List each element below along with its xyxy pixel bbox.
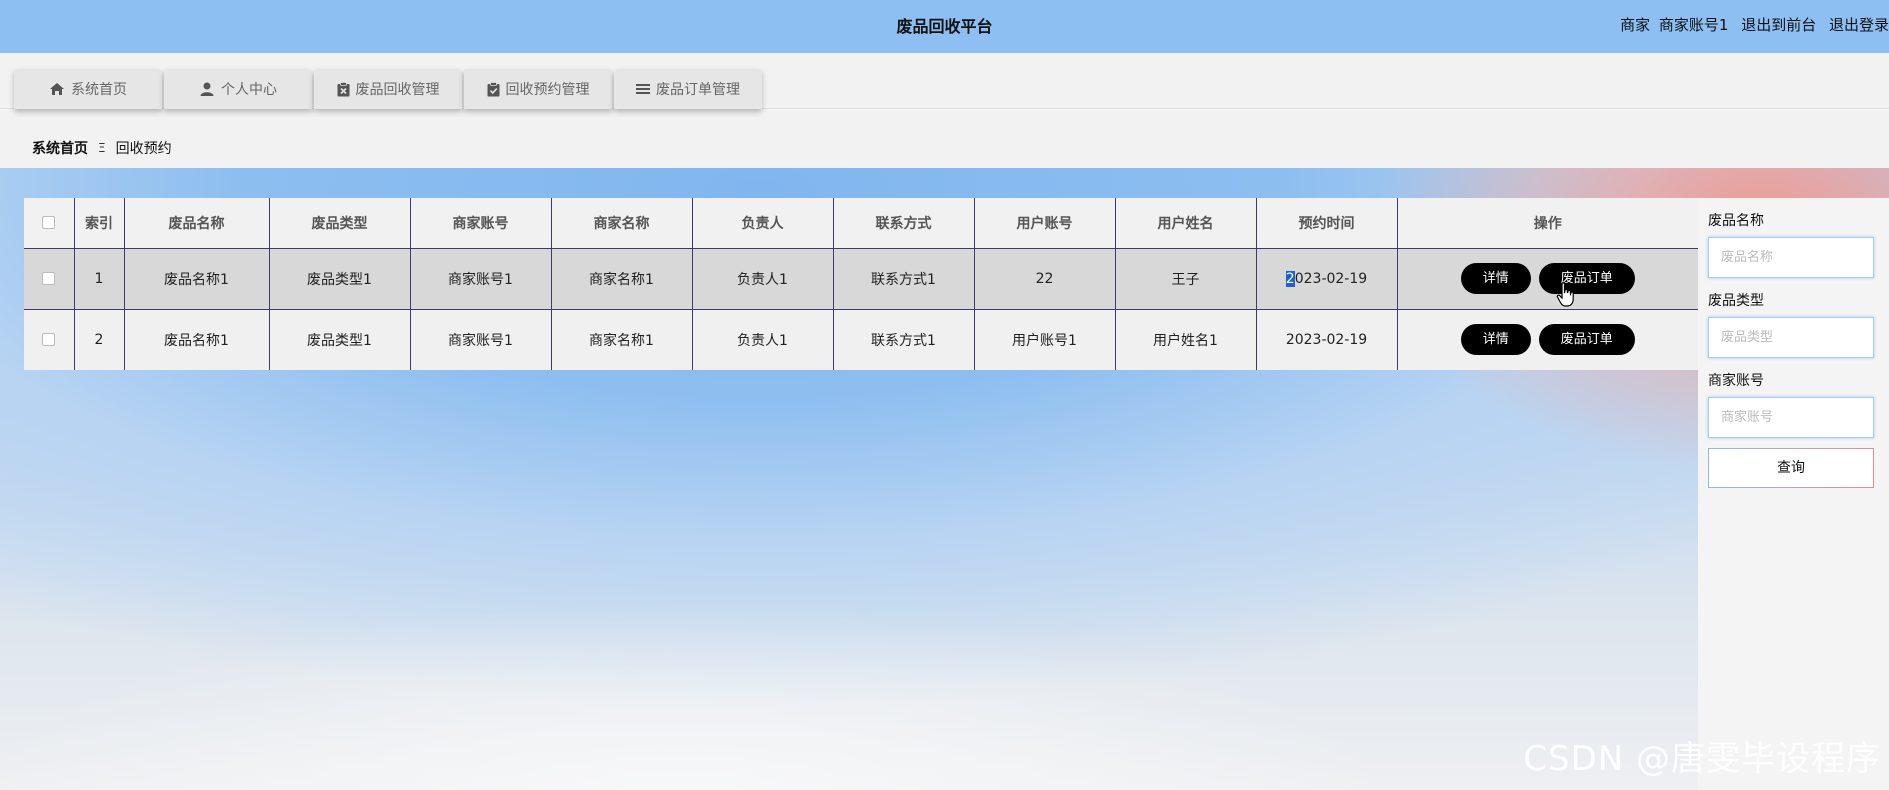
tab-orders[interactable]: 废品订单管理 <box>614 69 762 109</box>
select-all-checkbox[interactable] <box>42 216 56 230</box>
logout-link[interactable]: 退出登录 <box>1829 16 1889 34</box>
tab-waste-recycle[interactable]: 废品回收管理 <box>314 69 462 109</box>
cell-merchant-account: 商家账号1 <box>410 309 552 370</box>
app-title: 废品回收平台 <box>896 17 993 36</box>
user-area: 商家 商家账号1 退出到前台 退出登录 <box>1612 14 1889 35</box>
search-panel: 废品名称 废品名称 废品类型 废品类型 商家账号 商家账号 查询 <box>1698 198 1889 790</box>
front-link[interactable]: 退出到前台 <box>1741 16 1816 34</box>
tab-personal-center-label: 个人中心 <box>221 82 277 98</box>
watermark: CSDN @唐雯毕设程序 <box>1523 739 1881 779</box>
detail-button[interactable]: 详情 <box>1460 324 1531 356</box>
col-user-account: 用户账号 <box>974 198 1116 249</box>
cell-user-name: 用户姓名1 <box>1115 309 1257 370</box>
tab-waste-recycle-label: 废品回收管理 <box>355 82 440 98</box>
cell-reservation-time: 2023-02-19 <box>1256 309 1398 370</box>
data-table: 索引 废品名称 废品类型 商家账号 商家名称 负责人 联系方式 用户账号 用户姓… <box>24 198 1698 370</box>
search-button[interactable]: 查询 <box>1708 448 1874 488</box>
hand-cursor-icon <box>1556 282 1574 307</box>
row-checkbox-cell <box>24 309 75 370</box>
col-actions: 操作 <box>1397 198 1698 249</box>
table-row: 1 废品名称1 废品类型1 商家账号1 商家名称1 负责人1 联系方式1 22 … <box>24 248 1698 309</box>
list-icon <box>636 84 650 94</box>
col-user-name: 用户姓名 <box>1115 198 1257 249</box>
cell-contact: 联系方式1 <box>833 248 975 309</box>
breadcrumb-separator: Ξ <box>98 141 106 155</box>
col-person-in-charge: 负责人 <box>692 198 834 249</box>
cell-waste-name: 废品名称1 <box>124 248 270 309</box>
col-reservation-time: 预约时间 <box>1256 198 1398 249</box>
tab-home-label: 系统首页 <box>71 82 127 98</box>
tab-reservation[interactable]: 回收预约管理 <box>464 69 612 109</box>
user-account: 商家账号1 <box>1658 16 1729 34</box>
cell-actions: 详情 废品订单 <box>1397 309 1698 370</box>
search-account-label: 商家账号 <box>1708 373 1764 389</box>
cell-user-name: 王子 <box>1115 248 1257 309</box>
waste-order-button[interactable]: 废品订单 <box>1538 263 1635 294</box>
tab-orders-label: 废品订单管理 <box>656 82 740 98</box>
search-type-label: 废品类型 <box>1708 293 1764 309</box>
tab-reservation-label: 回收预约管理 <box>505 82 590 98</box>
breadcrumb: 系统首页 Ξ 回收预约 <box>32 138 172 158</box>
clipboard-check-icon <box>487 81 499 96</box>
cell-merchant-account: 商家账号1 <box>410 248 552 309</box>
table-header: 索引 废品名称 废品类型 商家账号 商家名称 负责人 联系方式 用户账号 用户姓… <box>24 198 1698 249</box>
breadcrumb-home[interactable]: 系统首页 <box>32 138 88 158</box>
time-text: 023-02-19 <box>1294 270 1368 287</box>
search-type-input[interactable]: 废品类型 <box>1708 317 1874 358</box>
row-checkbox-cell <box>24 248 75 309</box>
cell-waste-name: 废品名称1 <box>124 309 270 370</box>
breadcrumb-current: 回收预约 <box>115 141 172 157</box>
selected-text: 2 <box>1285 270 1295 287</box>
clipboard-x-icon <box>337 81 349 96</box>
cell-waste-type: 废品类型1 <box>269 309 411 370</box>
cell-actions: 详情 废品订单 <box>1397 248 1698 309</box>
col-contact: 联系方式 <box>833 198 975 249</box>
cell-contact: 联系方式1 <box>833 309 975 370</box>
search-account-input[interactable]: 商家账号 <box>1708 397 1874 438</box>
search-name-label: 废品名称 <box>1708 213 1764 229</box>
cell-person-in-charge: 负责人1 <box>692 309 834 370</box>
col-merchant-name: 商家名称 <box>551 198 693 249</box>
col-waste-type: 废品类型 <box>269 198 411 249</box>
person-icon <box>200 82 214 96</box>
user-role: 商家 <box>1620 16 1651 34</box>
select-all-cell <box>24 198 75 249</box>
cell-index: 2 <box>74 309 125 370</box>
home-icon <box>50 83 64 95</box>
col-merchant-account: 商家账号 <box>410 198 552 249</box>
search-name-input[interactable]: 废品名称 <box>1708 237 1874 278</box>
cell-waste-type: 废品类型1 <box>269 248 411 309</box>
row-checkbox[interactable] <box>42 333 56 347</box>
cell-user-account: 22 <box>974 248 1116 309</box>
cell-merchant-name: 商家名称1 <box>551 248 693 309</box>
tab-personal-center[interactable]: 个人中心 <box>164 69 312 109</box>
col-waste-name: 废品名称 <box>124 198 270 249</box>
cell-merchant-name: 商家名称1 <box>551 309 693 370</box>
cell-person-in-charge: 负责人1 <box>692 248 834 309</box>
tab-home[interactable]: 系统首页 <box>14 69 162 109</box>
table-row: 2 废品名称1 废品类型1 商家账号1 商家名称1 负责人1 联系方式1 用户账… <box>24 309 1698 370</box>
cell-user-account: 用户账号1 <box>974 309 1116 370</box>
detail-button[interactable]: 详情 <box>1460 263 1531 294</box>
col-index: 索引 <box>74 198 125 249</box>
cell-index: 1 <box>74 248 125 309</box>
row-checkbox[interactable] <box>42 272 56 285</box>
waste-order-button[interactable]: 废品订单 <box>1538 324 1635 356</box>
cell-reservation-time: 2023-02-19 <box>1256 248 1398 309</box>
nav-bar: 系统首页 个人中心 废品回收管理 回收预约管理 废品订单管理 <box>0 53 1889 109</box>
top-bar: 废品回收平台 商家 商家账号1 退出到前台 退出登录 <box>0 0 1889 53</box>
